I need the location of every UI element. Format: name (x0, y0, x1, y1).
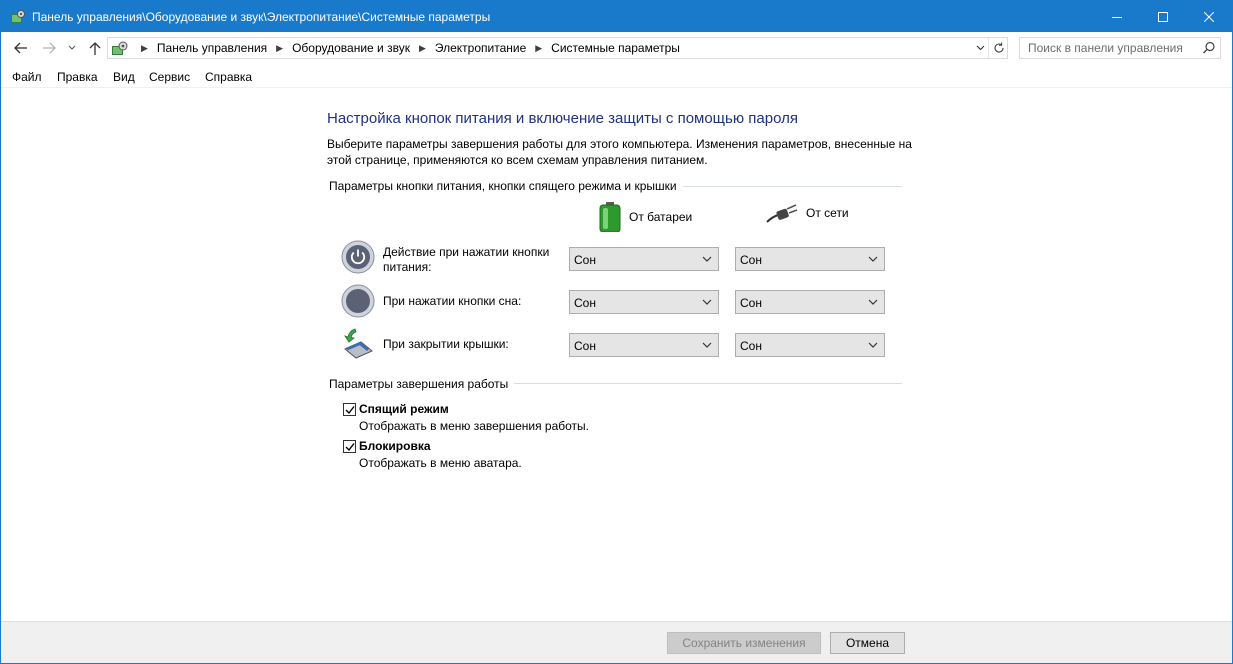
control-panel-location-icon (112, 41, 128, 55)
chevron-down-icon (868, 256, 878, 262)
sleep-mode-label[interactable]: Спящий режим (359, 402, 449, 416)
close-button[interactable] (1186, 1, 1232, 32)
ac-column-label: От сети (806, 206, 849, 220)
breadcrumb-item-hardware-sound[interactable]: Оборудование и звук (292, 41, 410, 55)
breadcrumb-item-power-options[interactable]: Электропитание (435, 41, 526, 55)
up-button[interactable] (86, 38, 104, 58)
up-arrow-icon (89, 42, 101, 55)
breadcrumb-separator-icon[interactable]: ▶ (535, 43, 542, 54)
sleep-mode-description: Отображать в меню завершения работы. (359, 419, 590, 433)
selected-value: Сон (740, 339, 762, 353)
forward-button[interactable] (39, 38, 59, 58)
sleep-button-battery-select[interactable]: Сон (569, 290, 719, 314)
back-arrow-icon (14, 42, 27, 54)
selected-value: Сон (574, 253, 596, 267)
menu-edit[interactable]: Правка (57, 70, 98, 84)
save-changes-button[interactable]: Сохранить изменения (667, 632, 821, 654)
minimize-button[interactable] (1094, 1, 1140, 32)
footer-bar: Сохранить изменения Отмена (1, 621, 1232, 663)
maximize-button[interactable] (1140, 1, 1186, 32)
address-history-dropdown[interactable] (972, 38, 988, 58)
title-bar: Панель управления\Оборудование и звук\Эл… (1, 1, 1232, 32)
battery-icon (599, 202, 621, 232)
main-content: Настройка кнопок питания и включение защ… (1, 89, 1232, 621)
sleep-button-ac-select[interactable]: Сон (735, 290, 885, 314)
control-panel-icon (11, 10, 25, 23)
window-title: Панель управления\Оборудование и звук\Эл… (32, 10, 491, 24)
breadcrumb-item-system-settings[interactable]: Системные параметры (551, 41, 680, 55)
breadcrumb: ▶ Панель управления ▶ Оборудование и зву… (132, 38, 680, 58)
chevron-down-icon (868, 342, 878, 348)
menu-bar: Файл Правка Вид Сервис Справка (1, 66, 1232, 88)
lock-checkbox[interactable] (343, 440, 356, 453)
refresh-icon (994, 42, 1004, 53)
chevron-down-icon (702, 342, 712, 348)
selected-value: Сон (740, 296, 762, 310)
laptop-lid-icon (344, 328, 373, 359)
search-input[interactable] (1021, 39, 1197, 57)
menu-view[interactable]: Вид (113, 70, 135, 84)
power-plug-icon (766, 204, 798, 223)
lid-close-action-label: При закрытии крышки: (383, 337, 509, 351)
ac-column-header: От сети (766, 202, 849, 224)
power-button-icon (341, 240, 375, 274)
chevron-down-icon (68, 45, 76, 50)
battery-column-label: От батареи (629, 210, 693, 224)
power-button-battery-select[interactable]: Сон (569, 247, 719, 271)
page-title: Настройка кнопок питания и включение защ… (327, 110, 798, 127)
selected-value: Сон (574, 339, 596, 353)
lock-label[interactable]: Блокировка (359, 439, 431, 453)
power-section-heading: Параметры кнопки питания, кнопки спящего… (329, 179, 683, 193)
menu-tools[interactable]: Сервис (149, 70, 190, 84)
chevron-down-icon (702, 256, 712, 262)
breadcrumb-separator-icon[interactable]: ▶ (276, 43, 283, 54)
battery-column-header: От батареи (599, 202, 692, 232)
navigation-bar: ▶ Панель управления ▶ Оборудование и зву… (1, 32, 1232, 64)
chevron-down-icon (868, 299, 878, 305)
back-button[interactable] (11, 38, 31, 58)
menu-file[interactable]: Файл (12, 70, 42, 84)
shutdown-section-heading: Параметры завершения работы (329, 377, 515, 391)
lid-close-ac-select[interactable]: Сон (735, 333, 885, 357)
address-bar[interactable]: ▶ Панель управления ▶ Оборудование и зву… (107, 37, 1008, 59)
close-icon (1204, 11, 1214, 22)
sleep-mode-checkbox[interactable] (343, 403, 356, 416)
power-button-ac-select[interactable]: Сон (735, 247, 885, 271)
sleep-button-action-label: При нажатии кнопки сна: (383, 294, 522, 308)
recent-locations-button[interactable] (65, 38, 79, 58)
lid-close-battery-select[interactable]: Сон (569, 333, 719, 357)
lock-description: Отображать в меню аватара. (359, 456, 522, 470)
checkmark-icon (345, 443, 355, 452)
refresh-button[interactable] (988, 38, 1008, 58)
search-box[interactable] (1019, 37, 1221, 59)
chevron-down-icon (702, 299, 712, 305)
checkmark-icon (345, 406, 355, 415)
menu-help[interactable]: Справка (205, 70, 252, 84)
power-button-action-label: Действие при нажатии кнопки питания: (383, 245, 550, 274)
breadcrumb-item-control-panel[interactable]: Панель управления (157, 41, 267, 55)
cancel-button[interactable]: Отмена (830, 632, 905, 654)
control-panel-window: Панель управления\Оборудование и звук\Эл… (0, 0, 1233, 664)
selected-value: Сон (740, 253, 762, 267)
chevron-down-icon (976, 45, 984, 51)
sleep-button-icon (341, 284, 375, 318)
minimize-icon (1112, 16, 1122, 18)
page-description: Выберите параметры завершения работы для… (327, 137, 912, 167)
breadcrumb-separator-icon: ▶ (141, 42, 148, 53)
selected-value: Сон (574, 296, 596, 310)
forward-arrow-icon (43, 42, 56, 54)
breadcrumb-separator-icon[interactable]: ▶ (419, 43, 426, 54)
search-icon[interactable] (1201, 40, 1217, 56)
maximize-icon (1158, 11, 1168, 22)
